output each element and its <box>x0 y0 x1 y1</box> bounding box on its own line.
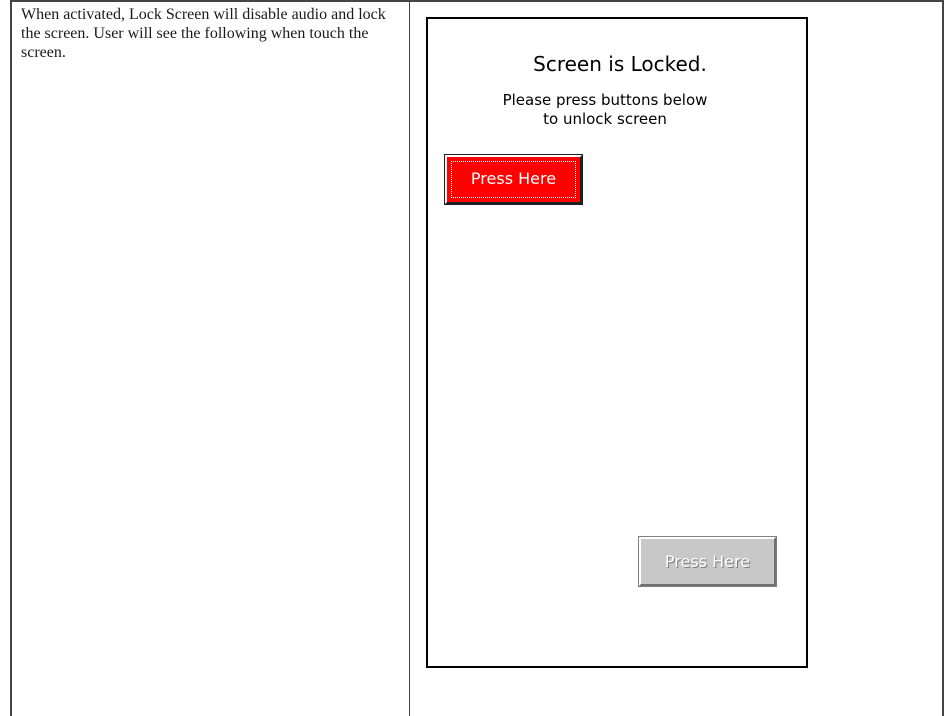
lock-screen-message: Please press buttons below to unlock scr… <box>414 91 796 129</box>
lock-screen-preview: Screen is Locked. Please press buttons b… <box>426 17 808 668</box>
column-divider <box>409 0 410 716</box>
unlock-button-secondary[interactable]: Press Here <box>638 536 777 587</box>
lock-screen-title: Screen is Locked. <box>533 52 707 76</box>
unlock-button-primary-label: Press Here <box>470 169 557 188</box>
lock-screen-message-line-1: Please press buttons below <box>502 91 708 109</box>
lock-screen-message-line-2: to unlock screen <box>543 110 667 128</box>
unlock-button-primary[interactable]: Press Here <box>444 154 583 205</box>
unlock-button-secondary-label: Press Here <box>664 552 751 571</box>
description-text: When activated, Lock Screen will disable… <box>21 6 386 61</box>
